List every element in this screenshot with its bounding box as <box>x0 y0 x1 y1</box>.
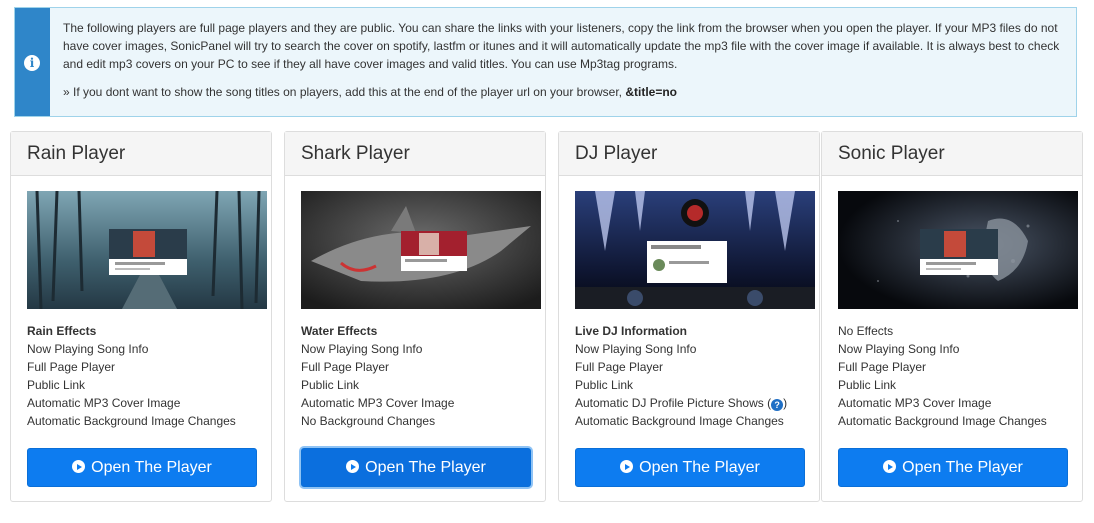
question-circle-icon[interactable]: ? <box>771 399 784 411</box>
feature-item-tail: ) <box>783 396 788 410</box>
rain-player-preview-image <box>27 191 267 309</box>
feature-item: Full Page Player <box>838 360 927 374</box>
player-card-rain: Rain Player Rain Effects Now Playing Son… <box>10 131 272 502</box>
play-circle-icon <box>346 460 360 473</box>
player-card-sonic: Sonic Player No Effects Now Playing Song… <box>821 131 1083 502</box>
info-note-code: &title=no <box>625 85 678 99</box>
feature-item: Water Effects <box>301 324 378 338</box>
feature-list: Water Effects Now Playing Song Info Full… <box>301 322 546 430</box>
feature-item: Now Playing Song Info <box>27 342 149 356</box>
button-label: Open The Player <box>91 459 212 476</box>
feature-item-text: Automatic DJ Profile Picture Shows ( <box>575 396 772 410</box>
feature-item: Now Playing Song Info <box>575 342 697 356</box>
button-label: Open The Player <box>365 459 486 476</box>
feature-item: Now Playing Song Info <box>301 342 423 356</box>
info-icon: i <box>24 55 40 71</box>
play-circle-icon <box>883 460 897 473</box>
feature-item: Full Page Player <box>27 360 116 374</box>
open-dj-player-button[interactable]: Open The Player <box>575 448 805 487</box>
player-card-dj: DJ Player Live DJ Information Now Playin… <box>558 131 820 502</box>
info-alert-sidebar: i <box>15 8 50 116</box>
feature-item: Automatic Background Image Changes <box>838 414 1047 428</box>
button-label: Open The Player <box>902 459 1023 476</box>
feature-item: Automatic DJ Profile Picture Shows (?) <box>575 394 820 412</box>
feature-item: Now Playing Song Info <box>838 342 960 356</box>
info-note-text: » If you dont want to show the song titl… <box>63 85 626 99</box>
play-circle-icon <box>72 460 86 473</box>
card-title: Sonic Player <box>822 132 1082 176</box>
feature-item: No Effects <box>838 324 894 338</box>
feature-item: Automatic Background Image Changes <box>27 414 236 428</box>
shark-player-preview-image <box>301 191 541 309</box>
info-paragraph: The following players are full page play… <box>63 21 1060 71</box>
feature-item: Automatic MP3 Cover Image <box>27 396 181 410</box>
feature-item: Automatic Background Image Changes <box>575 414 784 428</box>
sonic-player-preview-image <box>838 191 1078 309</box>
feature-list: No Effects Now Playing Song Info Full Pa… <box>838 322 1083 430</box>
card-title: Shark Player <box>285 132 545 176</box>
feature-item: Public Link <box>27 378 86 392</box>
info-text: The following players are full page play… <box>63 19 1063 101</box>
info-alert: i The following players are full page pl… <box>14 7 1077 117</box>
feature-item: Automatic MP3 Cover Image <box>838 396 992 410</box>
dj-player-preview-image <box>575 191 815 309</box>
feature-item: Rain Effects <box>27 324 97 338</box>
feature-list: Rain Effects Now Playing Song Info Full … <box>27 322 272 430</box>
feature-item: Live DJ Information <box>575 324 688 338</box>
button-label: Open The Player <box>639 459 760 476</box>
info-note: » If you dont want to show the song titl… <box>63 83 1063 101</box>
card-title: DJ Player <box>559 132 819 176</box>
card-title: Rain Player <box>11 132 271 176</box>
feature-item: Public Link <box>301 378 360 392</box>
open-sonic-player-button[interactable]: Open The Player <box>838 448 1068 487</box>
open-shark-player-button[interactable]: Open The Player <box>301 448 531 487</box>
player-card-shark: Shark Player Water Effects Now Playing S… <box>284 131 546 502</box>
feature-item: Public Link <box>838 378 897 392</box>
feature-item: Automatic MP3 Cover Image <box>301 396 455 410</box>
play-circle-icon <box>620 460 634 473</box>
feature-item: Full Page Player <box>301 360 390 374</box>
feature-item: No Background Changes <box>301 414 436 428</box>
feature-item: Public Link <box>575 378 634 392</box>
open-rain-player-button[interactable]: Open The Player <box>27 448 257 487</box>
feature-list: Live DJ Information Now Playing Song Inf… <box>575 322 820 430</box>
feature-item: Full Page Player <box>575 360 664 374</box>
